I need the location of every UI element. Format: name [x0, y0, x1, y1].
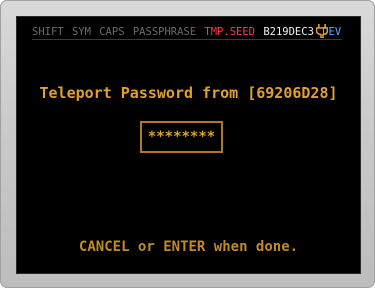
device-bezel: SHIFT SYM CAPS PASSPHRASE TMP.SEED B219D… [0, 0, 375, 288]
sym-indicator: SYM [71, 26, 91, 38]
caps-indicator: CAPS [99, 26, 125, 38]
passphrase-indicator: PASSPHRASE [132, 26, 197, 38]
prompt-title: Teleport Password from [69206D28] [39, 84, 338, 102]
device-screen: SHIFT SYM CAPS PASSPHRASE TMP.SEED B219D… [16, 16, 361, 274]
shift-indicator: SHIFT [32, 26, 64, 38]
password-input[interactable]: ******** [140, 121, 223, 153]
prompt-footer: CANCEL or ENTER when done. [78, 239, 299, 255]
status-divider [32, 39, 342, 40]
status-bar: SHIFT SYM CAPS PASSPHRASE TMP.SEED B219D… [32, 25, 342, 39]
tmp-seed-indicator: TMP.SEED [204, 26, 255, 38]
fingerprint-indicator: B219DEC3 [263, 26, 314, 38]
plug-icon [316, 24, 328, 38]
